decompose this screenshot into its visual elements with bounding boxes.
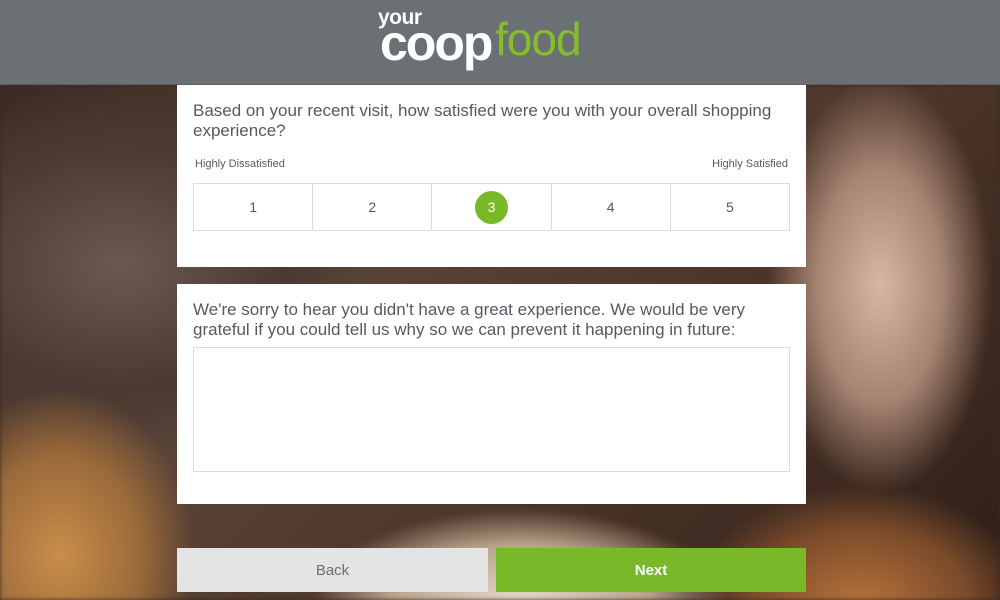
feedback-panel: We're sorry to hear you didn't have a gr… (177, 284, 806, 504)
logo-coop-text: coop (380, 15, 493, 71)
rating-option-4[interactable]: 4 (552, 184, 671, 230)
next-button[interactable]: Next (496, 548, 806, 592)
rating-option-label: 3 (475, 190, 508, 224)
coop-logo: your coop food (378, 4, 608, 72)
rating-option-1[interactable]: 1 (194, 184, 314, 230)
scale-high-label: Highly Satisfied (712, 158, 788, 170)
rating-option-label: 2 (368, 199, 377, 215)
scale-low-label: Highly Dissatisfied (195, 158, 285, 170)
feedback-textarea[interactable] (193, 347, 790, 472)
rating-option-label: 5 (726, 199, 734, 215)
rating-option-5[interactable]: 5 (671, 184, 789, 230)
rating-option-3[interactable]: 3 (432, 184, 552, 230)
feedback-prompt: We're sorry to hear you didn't have a gr… (193, 300, 746, 339)
rating-scale: 1 2 3 4 5 (193, 183, 790, 231)
logo-food-text: food (495, 13, 582, 65)
satisfaction-question: Based on your recent visit, how satisfie… (193, 101, 772, 140)
site-header: your coop food (0, 0, 1000, 85)
rating-option-label: 4 (606, 199, 615, 215)
back-button[interactable]: Back (177, 548, 488, 592)
rating-option-label: 1 (249, 199, 257, 215)
rating-option-2[interactable]: 2 (313, 184, 433, 230)
satisfaction-panel: Based on your recent visit, how satisfie… (177, 85, 806, 267)
